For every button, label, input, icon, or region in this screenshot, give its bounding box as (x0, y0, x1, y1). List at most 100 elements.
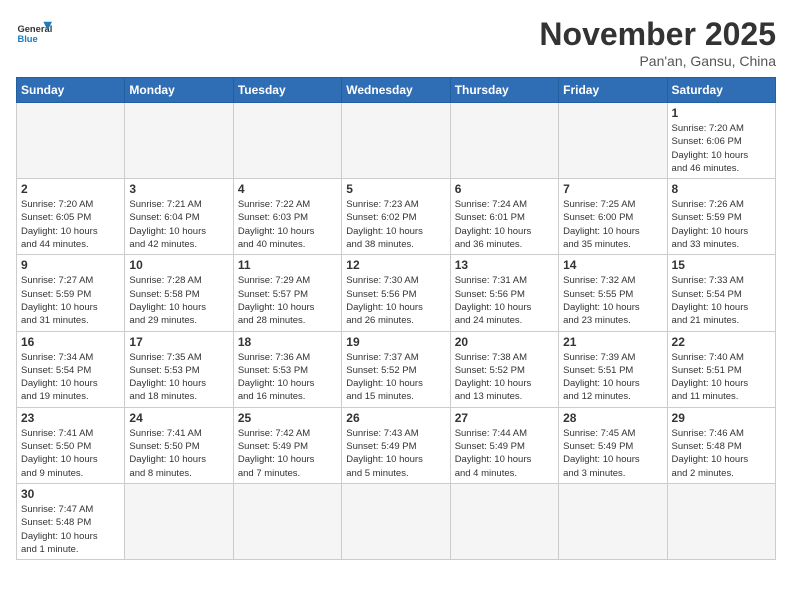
day-info: Sunrise: 7:36 AM Sunset: 5:53 PM Dayligh… (238, 351, 337, 404)
calendar-cell: 18 Sunrise: 7:36 AM Sunset: 5:53 PM Dayli… (233, 331, 341, 407)
day-info: Sunrise: 7:28 AM Sunset: 5:58 PM Dayligh… (129, 274, 228, 327)
day-number: 1 (672, 106, 771, 120)
day-info: Sunrise: 7:40 AM Sunset: 5:51 PM Dayligh… (672, 351, 771, 404)
day-info: Sunrise: 7:43 AM Sunset: 5:49 PM Dayligh… (346, 427, 445, 480)
calendar-cell: 15 Sunrise: 7:33 AM Sunset: 5:54 PM Dayli… (667, 255, 775, 331)
day-info: Sunrise: 7:22 AM Sunset: 6:03 PM Dayligh… (238, 198, 337, 251)
day-info: Sunrise: 7:41 AM Sunset: 5:50 PM Dayligh… (21, 427, 120, 480)
day-info: Sunrise: 7:32 AM Sunset: 5:55 PM Dayligh… (563, 274, 662, 327)
day-info: Sunrise: 7:21 AM Sunset: 6:04 PM Dayligh… (129, 198, 228, 251)
day-number: 29 (672, 411, 771, 425)
calendar-cell: 26 Sunrise: 7:43 AM Sunset: 5:49 PM Dayli… (342, 407, 450, 483)
day-number: 24 (129, 411, 228, 425)
day-number: 3 (129, 182, 228, 196)
calendar-cell: 30 Sunrise: 7:47 AM Sunset: 5:48 PM Dayli… (17, 483, 125, 559)
calendar-cell (125, 103, 233, 179)
calendar-cell: 6 Sunrise: 7:24 AM Sunset: 6:01 PM Daylig… (450, 179, 558, 255)
day-info: Sunrise: 7:38 AM Sunset: 5:52 PM Dayligh… (455, 351, 554, 404)
day-number: 9 (21, 258, 120, 272)
day-info: Sunrise: 7:26 AM Sunset: 5:59 PM Dayligh… (672, 198, 771, 251)
location: Pan'an, Gansu, China (539, 53, 776, 69)
calendar-cell (667, 483, 775, 559)
calendar-cell (17, 103, 125, 179)
calendar-cell: 23 Sunrise: 7:41 AM Sunset: 5:50 PM Dayli… (17, 407, 125, 483)
day-number: 23 (21, 411, 120, 425)
calendar-cell: 28 Sunrise: 7:45 AM Sunset: 5:49 PM Dayli… (559, 407, 667, 483)
day-number: 11 (238, 258, 337, 272)
calendar-cell (450, 103, 558, 179)
week-row-5: 23 Sunrise: 7:41 AM Sunset: 5:50 PM Dayli… (17, 407, 776, 483)
calendar-cell: 10 Sunrise: 7:28 AM Sunset: 5:58 PM Dayli… (125, 255, 233, 331)
weekday-header-sunday: Sunday (17, 78, 125, 103)
calendar-cell: 22 Sunrise: 7:40 AM Sunset: 5:51 PM Dayli… (667, 331, 775, 407)
calendar-cell: 24 Sunrise: 7:41 AM Sunset: 5:50 PM Dayli… (125, 407, 233, 483)
day-info: Sunrise: 7:35 AM Sunset: 5:53 PM Dayligh… (129, 351, 228, 404)
day-info: Sunrise: 7:41 AM Sunset: 5:50 PM Dayligh… (129, 427, 228, 480)
day-number: 17 (129, 335, 228, 349)
weekday-header-monday: Monday (125, 78, 233, 103)
day-info: Sunrise: 7:37 AM Sunset: 5:52 PM Dayligh… (346, 351, 445, 404)
day-number: 22 (672, 335, 771, 349)
calendar-cell: 2Sunrise: 7:20 AM Sunset: 6:05 PM Daylig… (17, 179, 125, 255)
day-info: Sunrise: 7:24 AM Sunset: 6:01 PM Dayligh… (455, 198, 554, 251)
month-title: November 2025 (539, 16, 776, 53)
day-number: 18 (238, 335, 337, 349)
day-number: 5 (346, 182, 445, 196)
calendar-cell: 4 Sunrise: 7:22 AM Sunset: 6:03 PM Daylig… (233, 179, 341, 255)
day-number: 26 (346, 411, 445, 425)
calendar-cell: 29Sunrise: 7:46 AM Sunset: 5:48 PM Dayli… (667, 407, 775, 483)
calendar-cell: 3 Sunrise: 7:21 AM Sunset: 6:04 PM Daylig… (125, 179, 233, 255)
calendar-cell: 16 Sunrise: 7:34 AM Sunset: 5:54 PM Dayli… (17, 331, 125, 407)
day-number: 14 (563, 258, 662, 272)
day-info: Sunrise: 7:25 AM Sunset: 6:00 PM Dayligh… (563, 198, 662, 251)
day-info: Sunrise: 7:29 AM Sunset: 5:57 PM Dayligh… (238, 274, 337, 327)
day-number: 21 (563, 335, 662, 349)
calendar-cell: 20Sunrise: 7:38 AM Sunset: 5:52 PM Dayli… (450, 331, 558, 407)
title-block: November 2025 Pan'an, Gansu, China (539, 16, 776, 69)
calendar-cell: 13Sunrise: 7:31 AM Sunset: 5:56 PM Dayli… (450, 255, 558, 331)
calendar-cell (450, 483, 558, 559)
day-number: 8 (672, 182, 771, 196)
week-row-3: 9Sunrise: 7:27 AM Sunset: 5:59 PM Daylig… (17, 255, 776, 331)
day-info: Sunrise: 7:30 AM Sunset: 5:56 PM Dayligh… (346, 274, 445, 327)
day-info: Sunrise: 7:20 AM Sunset: 6:06 PM Dayligh… (672, 122, 771, 175)
weekday-header-tuesday: Tuesday (233, 78, 341, 103)
weekday-header-friday: Friday (559, 78, 667, 103)
calendar-cell (233, 483, 341, 559)
calendar-cell (342, 103, 450, 179)
day-info: Sunrise: 7:42 AM Sunset: 5:49 PM Dayligh… (238, 427, 337, 480)
day-number: 19 (346, 335, 445, 349)
day-number: 25 (238, 411, 337, 425)
week-row-2: 2Sunrise: 7:20 AM Sunset: 6:05 PM Daylig… (17, 179, 776, 255)
day-number: 10 (129, 258, 228, 272)
day-number: 4 (238, 182, 337, 196)
day-number: 15 (672, 258, 771, 272)
day-number: 2 (21, 182, 120, 196)
day-info: Sunrise: 7:34 AM Sunset: 5:54 PM Dayligh… (21, 351, 120, 404)
day-info: Sunrise: 7:39 AM Sunset: 5:51 PM Dayligh… (563, 351, 662, 404)
day-number: 6 (455, 182, 554, 196)
calendar-cell (559, 103, 667, 179)
day-info: Sunrise: 7:47 AM Sunset: 5:48 PM Dayligh… (21, 503, 120, 556)
calendar-cell: 27Sunrise: 7:44 AM Sunset: 5:49 PM Dayli… (450, 407, 558, 483)
weekday-header-wednesday: Wednesday (342, 78, 450, 103)
calendar-cell: 14 Sunrise: 7:32 AM Sunset: 5:55 PM Dayli… (559, 255, 667, 331)
calendar-cell: 8 Sunrise: 7:26 AM Sunset: 5:59 PM Daylig… (667, 179, 775, 255)
day-number: 13 (455, 258, 554, 272)
day-info: Sunrise: 7:33 AM Sunset: 5:54 PM Dayligh… (672, 274, 771, 327)
calendar-cell: 1 Sunrise: 7:20 AM Sunset: 6:06 PM Daylig… (667, 103, 775, 179)
week-row-6: 30 Sunrise: 7:47 AM Sunset: 5:48 PM Dayli… (17, 483, 776, 559)
day-info: Sunrise: 7:45 AM Sunset: 5:49 PM Dayligh… (563, 427, 662, 480)
calendar-cell: 7Sunrise: 7:25 AM Sunset: 6:00 PM Daylig… (559, 179, 667, 255)
calendar-cell: 5Sunrise: 7:23 AM Sunset: 6:02 PM Daylig… (342, 179, 450, 255)
calendar-cell: 21 Sunrise: 7:39 AM Sunset: 5:51 PM Dayli… (559, 331, 667, 407)
calendar-cell (342, 483, 450, 559)
day-number: 16 (21, 335, 120, 349)
calendar-cell: 11 Sunrise: 7:29 AM Sunset: 5:57 PM Dayli… (233, 255, 341, 331)
day-number: 30 (21, 487, 120, 501)
calendar-cell (233, 103, 341, 179)
week-row-4: 16 Sunrise: 7:34 AM Sunset: 5:54 PM Dayli… (17, 331, 776, 407)
weekday-header-thursday: Thursday (450, 78, 558, 103)
calendar-cell: 19 Sunrise: 7:37 AM Sunset: 5:52 PM Dayli… (342, 331, 450, 407)
day-number: 28 (563, 411, 662, 425)
